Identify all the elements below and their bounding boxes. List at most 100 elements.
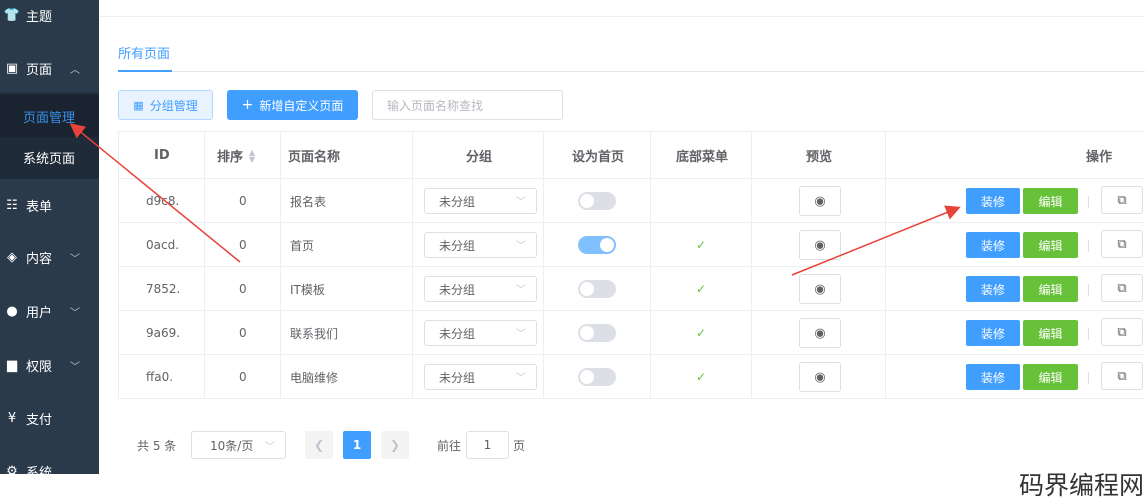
header-page-name: 页面名称 [288, 150, 341, 165]
sidebar: 👕 主题 ▣ 页面 ︿ 页面管理 系统页面 ☷ 表单 ◈ 内容 ﹀ ● 用户 ﹀… [0, 0, 99, 481]
external-link-button[interactable]: ⧉ [1101, 186, 1143, 214]
sidebar-item-label: 内容 [26, 251, 53, 267]
set-home-switch[interactable] [578, 236, 616, 254]
action-separator [1088, 372, 1089, 384]
page-suffix-label: 页 [513, 438, 526, 453]
row-id: 7852. [146, 282, 181, 296]
sidebar-item-pages[interactable]: ▣ 页面 ︿ [0, 43, 99, 93]
row-id: d9c8. [146, 194, 180, 208]
external-link-button[interactable]: ⧉ [1101, 274, 1143, 302]
header-group: 分组 [466, 150, 493, 165]
sidebar-item-forms[interactable]: ☷ 表单 [0, 180, 99, 230]
sidebar-item-content[interactable]: ◈ 内容 ﹀ [0, 232, 99, 282]
set-home-switch[interactable] [578, 192, 616, 210]
preview-button[interactable]: ◉ [799, 186, 841, 216]
eye-icon: ◉ [814, 193, 826, 209]
sidebar-item-payment[interactable]: ¥ 支付 [0, 393, 99, 443]
page-name-search-input[interactable]: 输入页面名称查找 [372, 90, 563, 120]
page-size-value: 10条/页 [210, 438, 254, 453]
group-select[interactable]: 未分组 ﹀ [424, 364, 537, 390]
preview-button[interactable]: ◉ [799, 318, 841, 348]
group-select-value: 未分组 [439, 194, 476, 209]
external-link-button[interactable]: ⧉ [1101, 230, 1143, 258]
sidebar-item-permissions[interactable]: ▆ 权限 ﹀ [0, 340, 99, 390]
external-link-icon: ⧉ [1117, 324, 1127, 340]
next-page-button[interactable]: ❯ [381, 431, 409, 459]
group-select[interactable]: 未分组 ﹀ [424, 188, 537, 214]
row-id: 9a69. [146, 326, 181, 340]
form-icon: ☷ [6, 197, 18, 213]
tab-all-pages[interactable]: 所有页面 [118, 43, 170, 62]
watermark: 码界编程网 [1019, 471, 1145, 500]
sidebar-item-label: 表单 [26, 199, 53, 215]
row-sort: 0 [239, 194, 247, 208]
table-row: d9c8. 0 报名表 未分组 ﹀ ◉ 装修 编辑 ⧉ [118, 179, 1145, 223]
decorate-button[interactable]: 装修 [966, 232, 1020, 258]
chevron-down-icon: ﹀ [516, 197, 526, 208]
sidebar-item-label: 用户 [26, 305, 53, 321]
decorate-button[interactable]: 装修 [966, 188, 1020, 214]
group-select-value: 未分组 [439, 282, 476, 297]
eye-icon: ◉ [814, 237, 826, 253]
sidebar-item-label: 权限 [26, 359, 53, 375]
pages-icon: ▣ [5, 60, 19, 76]
eye-icon: ◉ [814, 281, 826, 297]
sidebar-item-label: 系统 [26, 465, 53, 481]
page-size-select[interactable]: 10条/页 ﹀ [191, 431, 286, 459]
sidebar-item-system[interactable]: ⚙ 系统 [0, 446, 99, 496]
add-custom-page-label: 新增自定义页面 [259, 98, 344, 113]
table-row: 7852. 0 IT模板 未分组 ﹀ ✓ ◉ 装修 编辑 ⧉ [118, 267, 1145, 311]
preview-button[interactable]: ◉ [799, 274, 841, 304]
set-home-switch[interactable] [578, 324, 616, 342]
check-icon: ✓ [696, 370, 707, 384]
grid-icon: ▦ [133, 98, 144, 112]
group-select[interactable]: 未分组 ﹀ [424, 276, 537, 302]
header-sort-label: 排序 [217, 150, 244, 165]
row-page-name: IT模板 [290, 282, 325, 297]
external-link-button[interactable]: ⧉ [1101, 318, 1143, 346]
action-separator [1088, 240, 1089, 252]
preview-button[interactable]: ◉ [799, 230, 841, 260]
header-set-home: 设为首页 [572, 150, 625, 165]
user-icon: ● [6, 303, 18, 319]
group-select[interactable]: 未分组 ﹀ [424, 232, 537, 258]
chevron-right-icon: ❯ [389, 438, 401, 452]
header-actions: 操作 [1086, 150, 1113, 165]
header-id: ID [154, 148, 170, 163]
group-select[interactable]: 未分组 ﹀ [424, 320, 537, 346]
sidebar-item-theme[interactable]: 👕 主题 [0, 0, 99, 40]
table-row: 0acd. 0 首页 未分组 ﹀ ✓ ◉ 装修 编辑 ⧉ [118, 223, 1145, 267]
add-custom-page-button[interactable]: + 新增自定义页面 [227, 90, 358, 120]
row-page-name: 电脑维修 [290, 370, 339, 385]
chevron-down-icon: ﹀ [70, 307, 81, 319]
edit-button[interactable]: 编辑 [1023, 188, 1078, 214]
row-sort: 0 [239, 370, 247, 384]
plus-icon: + [241, 97, 254, 113]
layers-icon: ◈ [7, 249, 17, 265]
chevron-down-icon: ﹀ [70, 253, 81, 265]
row-sort: 0 [239, 282, 247, 296]
sidebar-item-users[interactable]: ● 用户 ﹀ [0, 286, 99, 336]
action-separator [1088, 328, 1089, 340]
preview-button[interactable]: ◉ [799, 362, 841, 392]
set-home-switch[interactable] [578, 280, 616, 298]
edit-button[interactable]: 编辑 [1023, 364, 1078, 390]
edit-button[interactable]: 编辑 [1023, 232, 1078, 258]
edit-button[interactable]: 编辑 [1023, 320, 1078, 346]
sidebar-subitem-system-pages[interactable]: 系统页面 [0, 136, 99, 178]
external-link-button[interactable]: ⧉ [1101, 362, 1143, 390]
prev-page-button[interactable]: ❮ [305, 431, 333, 459]
goto-page-input[interactable]: 1 [466, 431, 509, 459]
row-id: ffa0. [146, 370, 174, 384]
decorate-button[interactable]: 装修 [966, 364, 1020, 390]
group-management-button[interactable]: ▦ 分组管理 [118, 90, 213, 120]
edit-button[interactable]: 编辑 [1023, 276, 1078, 302]
current-page-button[interactable]: 1 [343, 431, 371, 459]
set-home-switch[interactable] [578, 368, 616, 386]
decorate-button[interactable]: 装修 [966, 276, 1020, 302]
chevron-down-icon: ﹀ [516, 329, 526, 340]
header-sort[interactable]: 排序 ▲ ▼ [217, 132, 255, 179]
sidebar-subitem-page-management[interactable]: 页面管理 [0, 95, 99, 137]
chevron-down-icon: ﹀ [265, 442, 275, 453]
decorate-button[interactable]: 装修 [966, 320, 1020, 346]
